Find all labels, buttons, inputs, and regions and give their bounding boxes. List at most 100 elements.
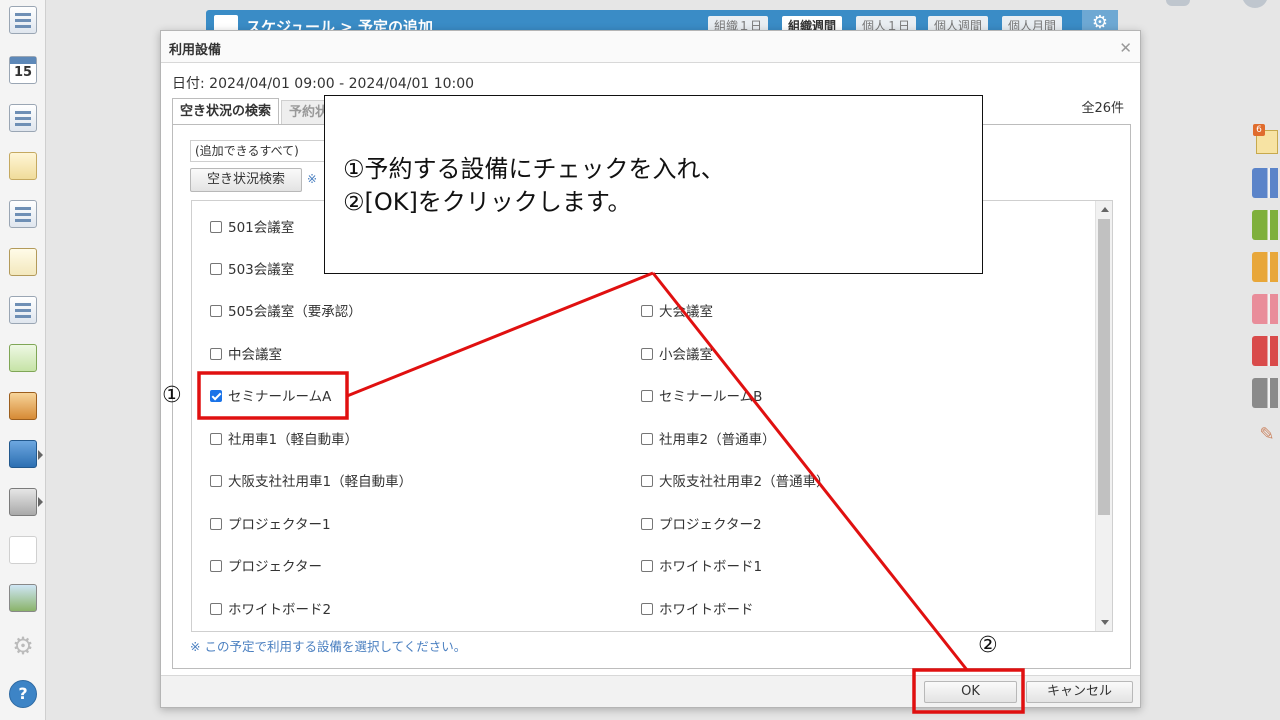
expand-arrow-icon[interactable] bbox=[38, 497, 43, 507]
gear-icon[interactable]: ⚙ bbox=[9, 632, 37, 660]
facility-checkbox[interactable] bbox=[210, 263, 222, 275]
facility-checkbox[interactable] bbox=[210, 603, 222, 615]
app-icon[interactable] bbox=[9, 536, 37, 564]
notification-icon[interactable] bbox=[1166, 0, 1190, 6]
facility-item[interactable]: 大阪支社社用車2（普通車） bbox=[641, 472, 830, 492]
dialog-titlebar[interactable]: 利用設備 ✕ bbox=[161, 31, 1140, 63]
photo-icon[interactable] bbox=[9, 584, 37, 612]
facility-label: 505会議室（要承認） bbox=[228, 304, 362, 320]
tab-availability-search[interactable]: 空き状況の検索 bbox=[172, 98, 280, 124]
facility-item[interactable]: プロジェクター bbox=[210, 557, 322, 577]
facility-checkbox[interactable] bbox=[641, 348, 653, 360]
right-rail: 6 ✎ bbox=[1252, 124, 1280, 464]
facility-checkbox[interactable] bbox=[210, 305, 222, 317]
facility-item[interactable]: 社用車1（軽自動車） bbox=[210, 430, 358, 450]
facility-label: 501会議室 bbox=[228, 220, 295, 236]
facility-checkbox[interactable] bbox=[210, 390, 222, 402]
cancel-button[interactable]: キャンセル bbox=[1026, 681, 1133, 703]
todo-icon[interactable] bbox=[9, 248, 37, 276]
refresh-icon[interactable] bbox=[9, 344, 37, 372]
scope-select[interactable]: (追加できるすべて) bbox=[190, 140, 330, 162]
facility-checkbox[interactable] bbox=[641, 560, 653, 572]
facility-label: 中会議室 bbox=[228, 347, 282, 363]
pencil-icon[interactable]: ✎ bbox=[1256, 420, 1278, 450]
expand-arrow-icon[interactable] bbox=[38, 450, 43, 460]
user-avatar-icon[interactable] bbox=[1242, 0, 1268, 8]
facility-label: プロジェクター bbox=[228, 559, 322, 575]
facility-checkbox[interactable] bbox=[641, 390, 653, 402]
facility-label: セミナールームB bbox=[659, 389, 763, 405]
facility-item[interactable]: 505会議室（要承認） bbox=[210, 302, 362, 322]
facility-label: 大阪支社社用車2（普通車） bbox=[659, 474, 830, 490]
facility-item[interactable]: セミナールームB bbox=[641, 387, 762, 407]
note-count-badge: 6 bbox=[1253, 124, 1265, 136]
dialog-footer: OK キャンセル bbox=[161, 675, 1140, 707]
facility-item[interactable]: ホワイトボード2 bbox=[210, 600, 331, 620]
facility-label: ホワイトボード bbox=[659, 602, 754, 618]
facility-checkbox[interactable] bbox=[210, 433, 222, 445]
facility-checkbox[interactable] bbox=[641, 603, 653, 615]
scrollbar[interactable] bbox=[1095, 201, 1112, 631]
neo-icon[interactable] bbox=[9, 440, 37, 468]
facility-label: 社用車1（軽自動車） bbox=[228, 432, 359, 448]
search-note: ※ bbox=[307, 172, 318, 186]
facility-item[interactable]: ホワイトボード bbox=[641, 600, 754, 620]
color-tab-pink[interactable] bbox=[1252, 294, 1278, 324]
facility-checkbox[interactable] bbox=[210, 348, 222, 360]
facility-item[interactable]: 大会議室 bbox=[641, 302, 713, 322]
facility-checkbox[interactable] bbox=[210, 560, 222, 572]
facility-label: プロジェクター2 bbox=[659, 517, 762, 533]
color-tab-green[interactable] bbox=[1252, 210, 1278, 240]
facility-item[interactable]: 501会議室 bbox=[210, 218, 294, 238]
facility-checkbox[interactable] bbox=[641, 475, 653, 487]
total-count: 全26件 bbox=[1081, 101, 1124, 116]
color-tab-gray[interactable] bbox=[1252, 378, 1278, 408]
scroll-thumb[interactable] bbox=[1098, 219, 1110, 515]
facility-item[interactable]: プロジェクター1 bbox=[210, 515, 331, 535]
facility-checkbox[interactable] bbox=[641, 518, 653, 530]
color-tab-blue[interactable] bbox=[1252, 168, 1278, 198]
app-sidebar: 15 ⚙ ? bbox=[0, 0, 46, 720]
facility-item[interactable]: 中会議室 bbox=[210, 345, 282, 365]
instruction-callout: ①予約する設備にチェックを入れ、 ②[OK]をクリックします。 bbox=[324, 95, 983, 274]
memo-icon[interactable] bbox=[9, 152, 37, 180]
facility-label: 大阪支社社用車1（軽自動車） bbox=[228, 474, 413, 490]
facility-item[interactable]: ホワイトボード1 bbox=[641, 557, 762, 577]
cabinet-icon[interactable] bbox=[9, 392, 37, 420]
facility-item[interactable]: セミナールームA bbox=[210, 387, 331, 407]
facility-checkbox[interactable] bbox=[641, 433, 653, 445]
color-tab-orange[interactable] bbox=[1252, 252, 1278, 282]
facility-item[interactable]: 社用車2（普通車） bbox=[641, 430, 776, 450]
facility-item[interactable]: プロジェクター2 bbox=[641, 515, 762, 535]
color-tab-red[interactable] bbox=[1252, 336, 1278, 366]
instruction-line-1: ①予約する設備にチェックを入れ、 bbox=[343, 155, 725, 183]
search-doc-icon[interactable] bbox=[9, 296, 37, 324]
selection-hint: ※ この予定で利用する設備を選択してください。 bbox=[190, 639, 467, 654]
facility-label: ホワイトボード1 bbox=[659, 559, 763, 575]
workflow-icon[interactable] bbox=[9, 104, 37, 132]
facility-checkbox[interactable] bbox=[210, 475, 222, 487]
report-icon[interactable] bbox=[9, 200, 37, 228]
facility-checkbox[interactable] bbox=[210, 518, 222, 530]
help-icon[interactable]: ? bbox=[9, 680, 37, 708]
scroll-up-icon[interactable] bbox=[1101, 207, 1109, 212]
facility-item[interactable]: 大阪支社社用車1（軽自動車） bbox=[210, 472, 412, 492]
scroll-down-icon[interactable] bbox=[1101, 620, 1109, 625]
step-marker-2: ② bbox=[978, 633, 998, 658]
dashboard-icon[interactable] bbox=[9, 6, 37, 34]
facility-checkbox[interactable] bbox=[210, 221, 222, 233]
facility-checkbox[interactable] bbox=[641, 305, 653, 317]
ok-button[interactable]: OK bbox=[924, 681, 1017, 703]
facility-label: セミナールームA bbox=[228, 389, 332, 405]
availability-search-button[interactable]: 空き状況検索 bbox=[190, 168, 302, 192]
folder-icon[interactable] bbox=[9, 488, 37, 516]
date-range: 日付: 2024/04/01 09:00 - 2024/04/01 10:00 bbox=[172, 76, 475, 92]
facility-item[interactable]: 503会議室 bbox=[210, 260, 294, 280]
close-icon[interactable]: ✕ bbox=[1119, 39, 1132, 57]
facility-item[interactable]: 小会議室 bbox=[641, 345, 713, 365]
calendar-icon[interactable]: 15 bbox=[9, 56, 37, 84]
instruction-line-2: ②[OK]をクリックします。 bbox=[343, 188, 632, 216]
facility-label: 小会議室 bbox=[659, 347, 713, 363]
facility-label: プロジェクター1 bbox=[228, 517, 331, 533]
facility-label: 大会議室 bbox=[659, 304, 713, 320]
